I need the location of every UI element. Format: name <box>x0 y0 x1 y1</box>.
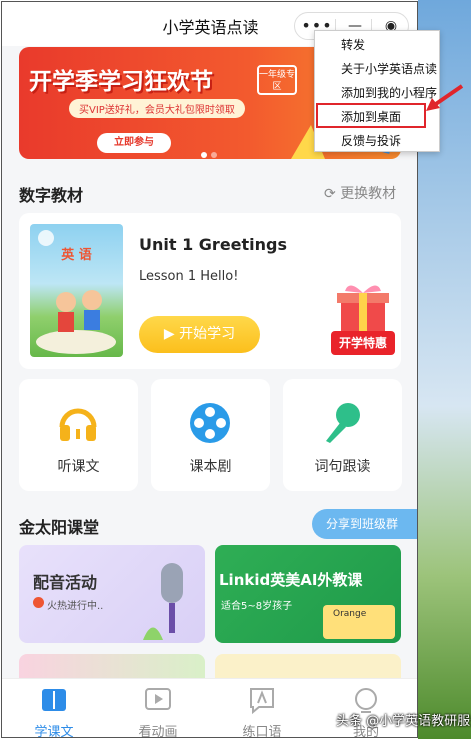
ai-teacher-card[interactable]: Linkid英美AI外教课 适合5~8岁孩子 Orange <box>215 545 401 643</box>
unit-title: Unit 1 Greetings <box>139 235 288 254</box>
highlight-box <box>316 103 426 128</box>
section-title-textbook: 数字教材 <box>19 186 84 205</box>
tile-label: 听课文 <box>57 459 100 475</box>
promo-gift-button[interactable]: 开学特惠 <box>331 279 395 359</box>
dub-status: 火热进行中.. <box>47 601 104 612</box>
pager-dot <box>201 152 207 158</box>
capsule-popup-menu: 转发 关于小学英语点读 添加到我的小程序 添加到桌面 反馈与投诉 <box>314 30 440 152</box>
headphones-icon <box>59 408 97 441</box>
banner-join-button[interactable]: 立即参与 <box>97 133 171 153</box>
start-learning-button[interactable]: ▶ 开始学习 <box>139 316 260 353</box>
ai-title: Linkid英美AI外教课 <box>219 571 363 589</box>
gift-box-icon <box>337 285 389 333</box>
film-reel-icon <box>190 403 230 443</box>
ai-subtitle: 适合5~8岁孩子 <box>221 601 293 612</box>
microphone-illustration <box>143 563 183 640</box>
menu-item-feedback[interactable]: 反馈与投诉 <box>315 129 439 153</box>
play-icon <box>145 688 171 710</box>
tile-drama[interactable]: 课本剧 <box>151 379 270 491</box>
screenshot-frame: 小学英语点读 ••• — ◉ 开学季学习狂欢节 一年级专区 买VIP送好礼，会员… <box>0 0 471 739</box>
promo-label: 开学特惠 <box>331 331 395 355</box>
textbook-card[interactable]: 英 语 Unit 1 Greetings Lesson 1 Hello! ▶ 开… <box>19 213 401 369</box>
refresh-icon: ⟳ <box>324 186 336 202</box>
arrow-annotation-icon <box>426 84 464 111</box>
nav-item-textbook[interactable]: 学课文 <box>2 679 106 738</box>
banner-title: 开学季学习狂欢节 <box>29 69 213 95</box>
pager-dot <box>211 152 217 158</box>
nav-item-animation[interactable]: 看动画 <box>106 679 210 738</box>
menu-item-add-to-my-mini-programs[interactable]: 添加到我的小程序 <box>315 81 439 105</box>
textbook-cover[interactable]: 英 语 <box>30 224 123 357</box>
tile-read-along[interactable]: 词句跟读 <box>283 379 402 491</box>
book-icon <box>42 689 66 711</box>
nav-item-profile[interactable]: 我的 <box>314 679 417 737</box>
tile-listen[interactable]: 听课文 <box>19 379 138 491</box>
banner-subtitle: 买VIP送好礼，会员大礼包限时领取 <box>69 99 245 118</box>
dubbing-activity-card[interactable]: 配音活动 火热进行中.. <box>19 545 205 643</box>
nav-label: 练口语 <box>242 725 282 738</box>
play-triangle-icon: ▶ <box>163 326 180 342</box>
lesson-name: Lesson 1 Hello! <box>139 269 239 284</box>
dub-title: 配音活动 <box>33 573 98 592</box>
nav-item-speaking[interactable]: 练口语 <box>210 679 314 738</box>
section-title-class: 金太阳课堂 <box>19 518 100 537</box>
bottom-nav: 学课文 看动画 练口语 我的 <box>2 678 417 738</box>
microphone-icon <box>326 403 360 443</box>
menu-item-forward[interactable]: 转发 <box>315 33 439 57</box>
nav-label: 学课文 <box>34 725 74 738</box>
start-learning-label: 开始学习 <box>179 326 236 342</box>
cover-illustration <box>36 230 116 354</box>
share-to-class-button[interactable]: 分享到班级群 <box>312 509 417 539</box>
switch-textbook-link[interactable]: ⟳ 更换教材 <box>324 183 396 203</box>
tile-label: 课本剧 <box>189 459 232 475</box>
watermark: 头条 @小学英语教研服务 <box>336 714 471 729</box>
ai-board: Orange <box>323 605 395 639</box>
nav-label: 看动画 <box>138 725 178 738</box>
ai-board-word: Orange <box>333 609 367 619</box>
switch-textbook-label: 更换教材 <box>340 186 397 202</box>
hot-badge-icon <box>33 597 44 608</box>
banner-pager <box>201 143 221 159</box>
tile-label: 词句跟读 <box>314 459 371 475</box>
speak-icon <box>250 688 274 715</box>
menu-item-about[interactable]: 关于小学英语点读 <box>315 57 439 81</box>
